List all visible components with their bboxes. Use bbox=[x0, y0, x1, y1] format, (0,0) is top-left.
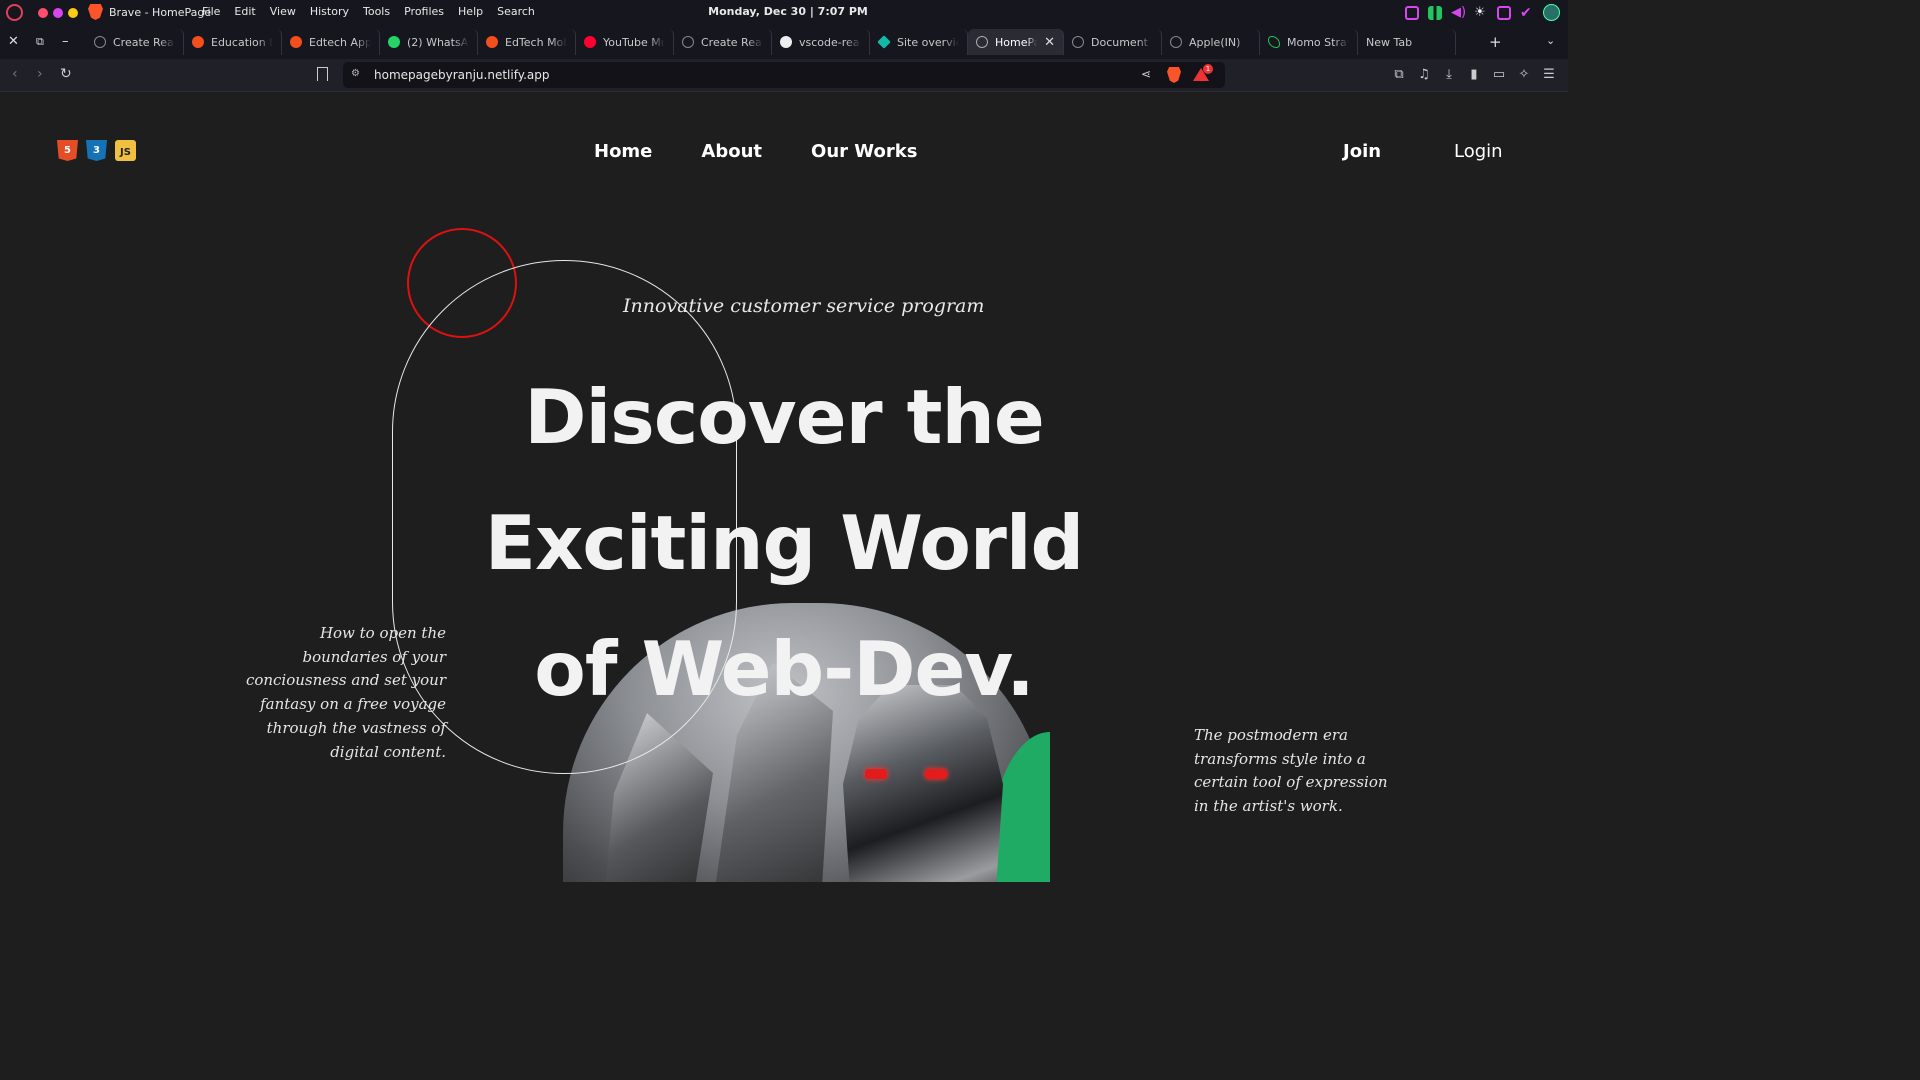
join-link[interactable]: Join bbox=[1343, 141, 1381, 162]
left-description: How to open the boundaries of your conci… bbox=[245, 624, 446, 761]
restore-window-icon[interactable]: ⧉ bbox=[36, 35, 44, 49]
url-text[interactable]: homepagebyranju.netlify.app bbox=[374, 68, 550, 82]
rewards-badge: 1 bbox=[1203, 64, 1213, 74]
tab-create-react[interactable]: Create React bbox=[86, 29, 184, 55]
headline-line-3: of Web-Dev. bbox=[534, 625, 1034, 713]
globe-icon bbox=[682, 36, 694, 48]
brave-shields-icon[interactable] bbox=[1167, 67, 1181, 83]
html5-icon: 5 bbox=[57, 140, 78, 161]
tab-edtech-mobile[interactable]: EdTech Mob bbox=[478, 29, 576, 55]
js-icon: JS bbox=[115, 140, 136, 161]
login-link[interactable]: Login bbox=[1454, 141, 1503, 162]
hero-headline: Discover the Exciting World of Web-Dev. bbox=[440, 354, 1128, 732]
css3-icon: 3 bbox=[86, 140, 107, 161]
wallet-icon[interactable]: ▭ bbox=[1492, 67, 1506, 82]
globe-icon bbox=[1072, 36, 1084, 48]
robot-eye-right bbox=[925, 769, 947, 779]
tab-vscode-react[interactable]: vscode-reac bbox=[772, 29, 870, 55]
close-window-icon[interactable]: ✕ bbox=[8, 34, 19, 49]
headline-line-2: Exciting World bbox=[484, 499, 1085, 587]
tab-whatsapp[interactable]: (2) WhatsApp bbox=[380, 29, 478, 55]
tab-create-react-2[interactable]: Create React bbox=[674, 29, 772, 55]
reload-icon[interactable]: ↻ bbox=[60, 66, 72, 82]
nav-our-works-link[interactable]: Our Works bbox=[811, 141, 917, 162]
robot-eye-left bbox=[865, 769, 887, 779]
tab-document[interactable]: Document bbox=[1064, 29, 1162, 55]
figma-icon bbox=[192, 36, 204, 48]
hamburger-menu-icon[interactable]: ☰ bbox=[1542, 67, 1556, 82]
tab-strip: Create React Education Le Edtech App (2)… bbox=[86, 29, 1456, 55]
tab-youtube-music[interactable]: YouTube Mu bbox=[576, 29, 674, 55]
nav-about-link[interactable]: About bbox=[701, 141, 762, 162]
window-icon[interactable] bbox=[1497, 5, 1511, 20]
netlify-icon bbox=[877, 35, 891, 49]
pause-icon[interactable] bbox=[1428, 5, 1442, 20]
headline-line-1: Discover the bbox=[524, 373, 1045, 461]
brightness-icon[interactable]: ☀ bbox=[1474, 5, 1488, 20]
address-bar[interactable]: ⚙ homepagebyranju.netlify.app ⋖ 1 bbox=[343, 62, 1225, 88]
webpage: 5 3 JS Home About Our Works Join Login I… bbox=[0, 92, 1568, 882]
tab-bar: ✕ ⧉ – Create React Education Le Edtech A… bbox=[0, 25, 1568, 59]
extensions-icon[interactable]: ⧉ bbox=[1392, 67, 1406, 82]
music-icon[interactable]: ♫ bbox=[1417, 67, 1431, 82]
forward-arrow-icon[interactable]: › bbox=[37, 66, 43, 82]
calendar-icon[interactable] bbox=[1405, 5, 1419, 20]
sidebar-icon[interactable]: ▮ bbox=[1467, 67, 1481, 82]
main-nav: Home About Our Works bbox=[594, 141, 917, 162]
whatsapp-icon bbox=[388, 36, 400, 48]
new-tab-plus-icon[interactable]: + bbox=[1489, 33, 1502, 51]
bookmark-icon[interactable] bbox=[317, 67, 328, 81]
tech-logos: 5 3 JS bbox=[57, 140, 136, 161]
system-clock[interactable]: Monday, Dec 30 | 7:07 PM bbox=[0, 5, 1576, 18]
leo-ai-icon[interactable]: ✧ bbox=[1517, 67, 1531, 82]
tab-edtech-app[interactable]: Edtech App bbox=[282, 29, 380, 55]
tab-homepage[interactable]: HomePa ✕ bbox=[968, 29, 1064, 55]
github-icon bbox=[780, 36, 792, 48]
right-description: The postmodern era transforms style into… bbox=[1194, 726, 1388, 816]
download-icon[interactable]: ⤓ bbox=[1442, 67, 1456, 82]
checkmark-icon[interactable]: ✔ bbox=[1520, 6, 1534, 20]
figma-icon bbox=[486, 36, 498, 48]
site-info-icon[interactable]: ⚙ bbox=[351, 68, 360, 79]
os-top-bar: Brave - HomePage File Edit View History … bbox=[0, 0, 1568, 25]
tab-momo-stray[interactable]: Momo Stray bbox=[1260, 29, 1358, 55]
system-tray: ◀) ☀ ✔ bbox=[1405, 4, 1560, 21]
volume-icon[interactable]: ◀) bbox=[1451, 5, 1466, 20]
tab-site-overview[interactable]: Site overview bbox=[870, 29, 968, 55]
close-tab-icon[interactable]: ✕ bbox=[1044, 35, 1055, 50]
user-avatar[interactable] bbox=[1543, 4, 1560, 21]
globe-icon bbox=[1170, 36, 1182, 48]
browser-toolbar: ‹ › ↻ ⚙ homepagebyranju.netlify.app ⋖ 1 … bbox=[0, 59, 1568, 92]
toolbar-icons: ⧉ ♫ ⤓ ▮ ▭ ✧ ☰ bbox=[1392, 67, 1556, 82]
tab-education[interactable]: Education Le bbox=[184, 29, 282, 55]
chevron-down-icon[interactable]: ⌄ bbox=[1546, 34, 1555, 47]
share-icon[interactable]: ⋖ bbox=[1141, 67, 1151, 81]
youtube-music-icon bbox=[584, 36, 596, 48]
globe-icon bbox=[976, 36, 988, 48]
tab-new-tab[interactable]: New Tab bbox=[1358, 29, 1456, 55]
globe-icon bbox=[94, 36, 106, 48]
tab-apple[interactable]: Apple(IN) bbox=[1162, 29, 1260, 55]
hero-kicker: Innovative customer service program bbox=[623, 295, 985, 317]
back-arrow-icon[interactable]: ‹ bbox=[12, 66, 18, 82]
nav-home-link[interactable]: Home bbox=[594, 141, 652, 162]
momo-icon bbox=[1268, 36, 1280, 48]
minimize-window-icon[interactable]: – bbox=[62, 34, 69, 49]
figma-icon bbox=[290, 36, 302, 48]
